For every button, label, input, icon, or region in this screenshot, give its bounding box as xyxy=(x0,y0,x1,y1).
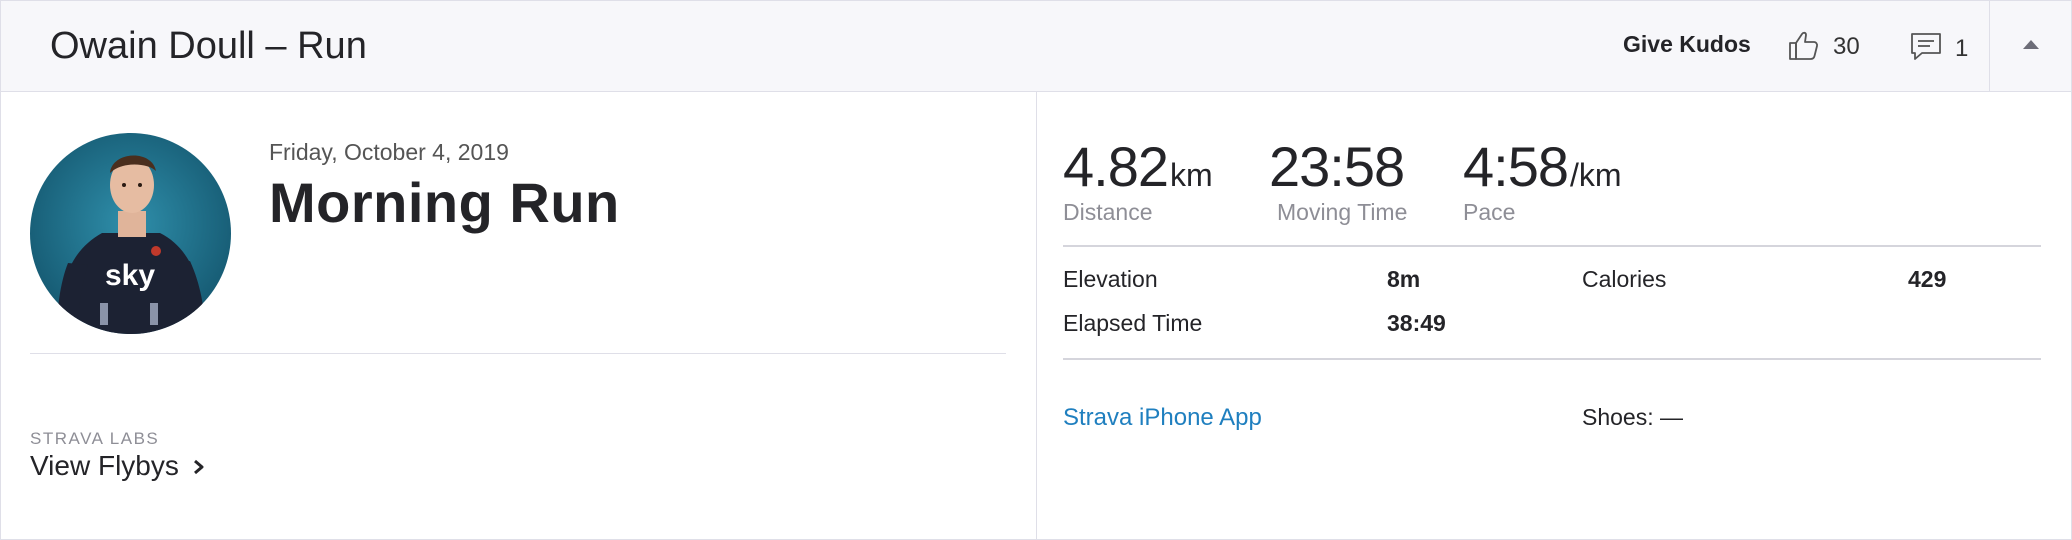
summary-divider xyxy=(30,353,1006,354)
stat-pace-value: 4:58 xyxy=(1463,135,1569,198)
stat-moving-time-value: 23:58 xyxy=(1269,135,1405,198)
activity-name: Morning Run xyxy=(269,171,620,234)
elevation-label: Elevation xyxy=(1063,266,1158,292)
stat-moving-time-label: Moving Time xyxy=(1277,199,1408,225)
details-divider xyxy=(1063,358,2041,360)
stat-distance-unit: km xyxy=(1170,157,1213,193)
stat-pace: 4:58/km Pace xyxy=(1463,139,1622,226)
athlete-avatar[interactable]: sky xyxy=(30,133,231,334)
collapse-button[interactable] xyxy=(1990,1,2071,91)
activity-header: Owain Doull – Run Give Kudos 30 1 xyxy=(1,1,2071,92)
view-flybys-label: View Flybys xyxy=(30,450,179,481)
activity-card: Owain Doull – Run Give Kudos 30 1 sky Fr… xyxy=(0,0,2072,540)
elapsed-time-value: 38:49 xyxy=(1387,310,1446,336)
strava-labs-label: STRAVA LABS xyxy=(30,429,160,448)
stat-distance: 4.82km Distance xyxy=(1063,139,1213,226)
caret-up-icon xyxy=(2022,37,2040,55)
calories-value: 429 xyxy=(1908,266,1947,292)
stat-distance-label: Distance xyxy=(1063,199,1153,225)
comment-count: 1 xyxy=(1955,35,1969,62)
comment-icon xyxy=(1909,31,1943,68)
activity-summary-panel: sky Friday, October 4, 2019 Morning Run … xyxy=(1,92,1036,539)
stat-distance-value: 4.82 xyxy=(1063,135,1169,198)
elevation-value: 8m xyxy=(1387,266,1421,292)
stat-pace-label: Pace xyxy=(1463,199,1516,225)
kudos-count: 30 xyxy=(1833,33,1860,60)
activity-header-title: Owain Doull – Run xyxy=(50,25,367,67)
give-kudos-button[interactable]: Give Kudos xyxy=(1623,31,1751,58)
calories-label: Calories xyxy=(1582,266,1667,292)
elapsed-time-label: Elapsed Time xyxy=(1063,310,1203,336)
stats-divider xyxy=(1063,245,2041,247)
activity-date: Friday, October 4, 2019 xyxy=(269,139,509,165)
shoes-info: Shoes: — xyxy=(1582,404,1683,430)
stat-moving-time: 23:58 Moving Time xyxy=(1269,139,1407,226)
chevron-right-icon xyxy=(193,450,205,482)
thumbs-up-icon xyxy=(1787,28,1821,67)
stat-pace-unit: /km xyxy=(1570,157,1622,193)
kudos-count-button[interactable]: 30 xyxy=(1787,27,1860,67)
panel-divider xyxy=(1036,92,1037,539)
view-flybys-link[interactable]: View Flybys xyxy=(30,450,205,482)
device-app-link[interactable]: Strava iPhone App xyxy=(1063,404,1262,432)
svg-text:sky: sky xyxy=(105,259,155,292)
comment-count-button[interactable]: 1 xyxy=(1909,29,1968,69)
